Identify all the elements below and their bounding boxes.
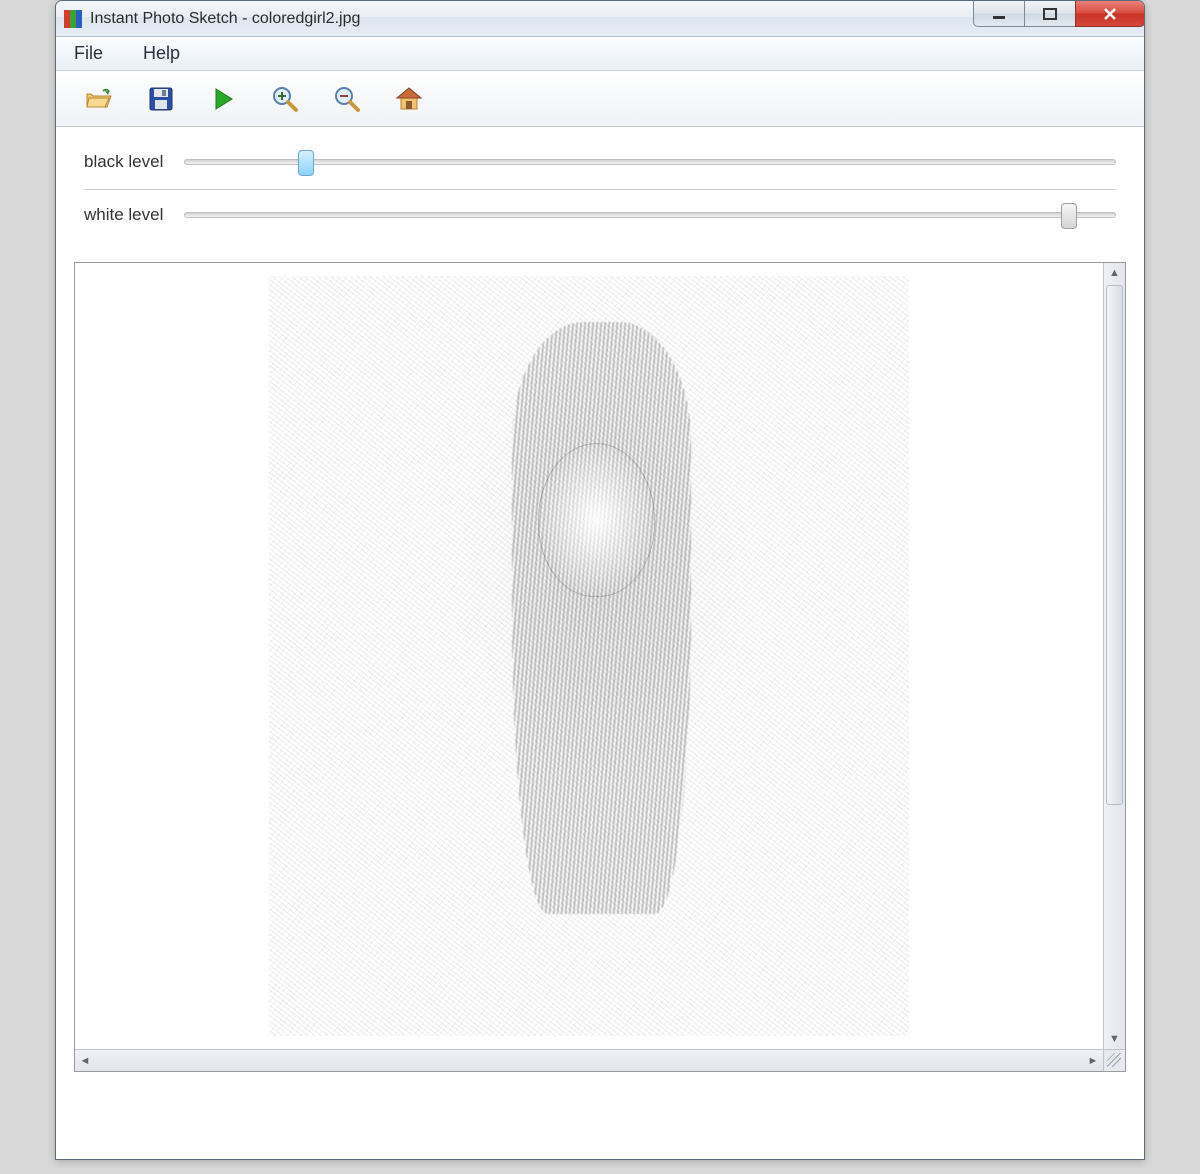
close-icon: [1100, 7, 1120, 21]
white-level-row: white level: [84, 194, 1116, 236]
open-button[interactable]: [84, 84, 114, 114]
canvas-area: ▲ ▼ ◄ ►: [74, 262, 1126, 1072]
menubar: File Help: [56, 37, 1144, 71]
black-level-thumb[interactable]: [298, 150, 314, 176]
black-level-row: black level: [84, 141, 1116, 183]
white-level-slider[interactable]: [184, 212, 1116, 218]
slider-divider: [84, 189, 1116, 190]
black-level-label: black level: [84, 152, 184, 172]
white-level-thumb[interactable]: [1061, 203, 1077, 229]
sketch-image: [269, 276, 909, 1036]
maximize-button[interactable]: [1024, 1, 1076, 27]
open-icon: [85, 87, 113, 111]
maximize-icon: [1041, 7, 1059, 21]
menu-help[interactable]: Help: [137, 39, 186, 68]
scroll-right-icon[interactable]: ►: [1083, 1050, 1103, 1071]
vertical-scroll-thumb[interactable]: [1106, 285, 1123, 805]
play-icon: [212, 87, 234, 111]
black-level-slider[interactable]: [184, 159, 1116, 165]
scroll-corner: [1103, 1049, 1125, 1071]
home-button[interactable]: [394, 84, 424, 114]
scroll-up-icon[interactable]: ▲: [1104, 263, 1125, 283]
minimize-icon: [990, 7, 1008, 21]
menu-file[interactable]: File: [68, 39, 109, 68]
minimize-button[interactable]: [973, 1, 1025, 27]
close-button[interactable]: [1075, 1, 1145, 27]
zoom-in-icon: [271, 85, 299, 113]
zoom-out-icon: [333, 85, 361, 113]
window-title: Instant Photo Sketch - coloredgirl2.jpg: [90, 10, 360, 28]
save-button[interactable]: [146, 84, 176, 114]
white-level-label: white level: [84, 205, 184, 225]
window-controls: [973, 1, 1144, 36]
zoom-in-button[interactable]: [270, 84, 300, 114]
titlebar[interactable]: Instant Photo Sketch - coloredgirl2.jpg: [56, 1, 1144, 37]
home-icon: [395, 86, 423, 112]
scroll-down-icon[interactable]: ▼: [1104, 1029, 1125, 1049]
run-button[interactable]: [208, 84, 238, 114]
horizontal-scrollbar[interactable]: ◄ ►: [75, 1049, 1103, 1071]
image-viewport[interactable]: [75, 263, 1103, 1049]
zoom-out-button[interactable]: [332, 84, 362, 114]
scroll-left-icon[interactable]: ◄: [75, 1050, 95, 1071]
resize-grip-icon[interactable]: [1107, 1053, 1121, 1067]
save-icon: [148, 86, 174, 112]
toolbar: [56, 71, 1144, 127]
app-window: Instant Photo Sketch - coloredgirl2.jpg …: [55, 0, 1145, 1160]
app-icon: [64, 10, 82, 28]
sliders-panel: black level white level: [56, 127, 1144, 244]
vertical-scrollbar[interactable]: ▲ ▼: [1103, 263, 1125, 1049]
